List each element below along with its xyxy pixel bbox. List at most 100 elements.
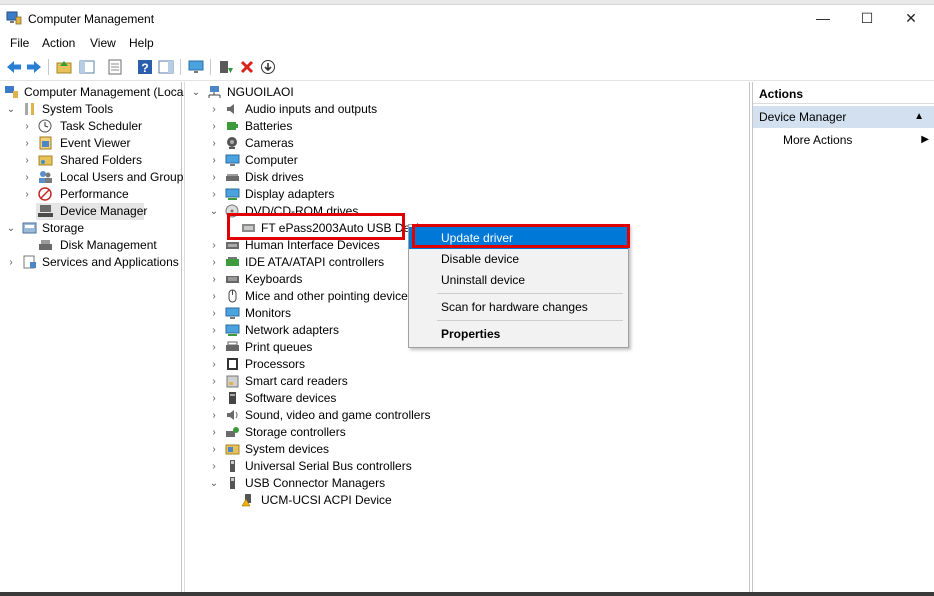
usb-device-icon — [242, 224, 255, 232]
chevron-right-icon[interactable]: › — [209, 343, 219, 353]
device-category-label: System devices — [245, 442, 330, 456]
show-hide-tree-icon[interactable] — [78, 58, 96, 76]
properties-menu-item[interactable]: Properties — [409, 323, 628, 345]
chevron-right-icon[interactable]: › — [209, 275, 219, 285]
chevron-right-icon[interactable]: › — [209, 462, 219, 472]
chevron-right-icon[interactable]: › — [6, 258, 16, 268]
device-category-label: Software devices — [245, 391, 337, 405]
tree-task-scheduler-label: Task Scheduler — [60, 119, 143, 133]
menu-file[interactable]: File — [10, 36, 29, 50]
chevron-right-icon[interactable]: › — [209, 394, 219, 404]
chevron-right-icon[interactable]: › — [209, 241, 219, 251]
device-category-label: Audio inputs and outputs — [245, 102, 378, 116]
chevron-right-icon[interactable]: › — [22, 156, 32, 166]
scan-hardware-menu-item[interactable]: Scan for hardware changes — [409, 296, 628, 318]
device-category-label: Sound, video and game controllers — [245, 408, 431, 422]
chevron-right-icon[interactable]: › — [209, 139, 219, 149]
more-actions-label: More Actions — [783, 133, 853, 147]
chevron-right-icon[interactable]: › — [209, 173, 219, 183]
actions-device-manager[interactable]: Device Manager ▲ — [753, 106, 934, 128]
menu-bar: File Action View Help — [0, 33, 934, 53]
chevron-right-icon[interactable]: › — [209, 360, 219, 370]
disk-management-icon — [39, 240, 52, 250]
usb-controller-icon — [230, 460, 235, 472]
tree-disk-management-label: Disk Management — [60, 238, 157, 252]
export-list-icon[interactable] — [106, 58, 124, 76]
actions-pane: Actions Device Manager ▲ More Actions ▶ — [752, 82, 934, 592]
device-category-label: Network adapters — [245, 323, 340, 337]
tree-device-manager[interactable]: Device Manager — [36, 203, 148, 220]
monitor-icon[interactable] — [187, 58, 205, 76]
more-actions[interactable]: More Actions ▶ — [783, 132, 929, 148]
chevron-down-icon[interactable]: ⌄ — [6, 105, 16, 115]
collapse-up-icon[interactable]: ▲ — [914, 106, 924, 128]
dvd-drive-icon — [225, 204, 239, 218]
storage-controller-icon — [226, 427, 239, 437]
chevron-right-icon[interactable]: › — [209, 105, 219, 115]
actions-header: Actions — [753, 85, 934, 104]
forward-arrow-icon[interactable] — [25, 58, 43, 76]
maximize-button[interactable]: ☐ — [844, 5, 890, 32]
chevron-right-icon[interactable]: › — [209, 377, 219, 387]
menu-action[interactable]: Action — [42, 36, 75, 50]
disk-drive-icon — [226, 174, 239, 181]
chevron-right-icon[interactable]: › — [209, 326, 219, 336]
chevron-down-icon[interactable]: ⌄ — [209, 479, 219, 489]
chevron-right-icon[interactable]: › — [22, 173, 32, 183]
device-category-label: Monitors — [245, 306, 292, 320]
chevron-right-icon[interactable]: › — [209, 411, 219, 421]
update-driver-menu-item[interactable]: Update driver — [409, 227, 628, 249]
toolbar-separator — [48, 59, 49, 75]
uninstall-x-icon[interactable] — [238, 58, 256, 76]
menu-view[interactable]: View — [90, 36, 116, 50]
chevron-right-icon[interactable]: › — [209, 428, 219, 438]
chevron-down-icon[interactable]: ⌄ — [191, 88, 201, 98]
menu-separator — [437, 320, 623, 321]
close-window-button[interactable]: ✕ — [888, 5, 934, 32]
keyboard-icon — [226, 276, 239, 283]
download-circle-icon[interactable] — [259, 58, 277, 76]
tree-performance-label: Performance — [60, 187, 129, 201]
chevron-right-icon[interactable]: › — [209, 190, 219, 200]
chevron-down-icon[interactable]: ⌄ — [209, 207, 219, 217]
update-driver-icon[interactable] — [217, 58, 235, 76]
usb-connector-icon — [230, 477, 235, 489]
device-manager-icon — [38, 205, 53, 217]
uninstall-device-menu-item[interactable]: Uninstall device — [409, 269, 628, 291]
device-category-label: Storage controllers — [245, 425, 346, 439]
properties-view-icon[interactable] — [157, 58, 175, 76]
device-category-label: Keyboards — [245, 272, 303, 286]
up-folder-icon[interactable] — [55, 58, 73, 76]
chevron-right-icon[interactable]: › — [209, 309, 219, 319]
chevron-right-icon[interactable]: › — [22, 139, 32, 149]
chevron-right-icon[interactable]: › — [209, 445, 219, 455]
computer-network-icon — [208, 86, 221, 98]
chevron-down-icon[interactable]: ⌄ — [6, 224, 16, 234]
help-icon[interactable]: ? — [136, 58, 154, 76]
device-category-label: Processors — [245, 357, 306, 371]
chevron-right-icon[interactable]: › — [209, 258, 219, 268]
tree-device-manager-label: Device Manager — [60, 204, 148, 218]
disable-device-menu-item[interactable]: Disable device — [409, 248, 628, 270]
minimize-button[interactable]: — — [800, 5, 846, 32]
storage-icon — [22, 222, 37, 234]
chevron-right-icon[interactable]: › — [22, 122, 32, 132]
chevron-right-icon[interactable]: › — [209, 292, 219, 302]
smart-card-icon — [226, 375, 239, 388]
chevron-right-icon[interactable]: › — [209, 122, 219, 132]
menu-help[interactable]: Help — [129, 36, 154, 50]
back-arrow-icon[interactable] — [5, 58, 23, 76]
computer-icon — [225, 154, 240, 166]
chevron-right-icon[interactable]: › — [22, 190, 32, 200]
tree-event-viewer-label: Event Viewer — [60, 136, 131, 150]
services-icon — [23, 255, 36, 269]
tree-storage-label: Storage — [42, 221, 85, 235]
network-adapter-icon — [225, 324, 240, 336]
device-root-label: NGUOILAOI — [227, 85, 294, 99]
device-category-label: Batteries — [245, 119, 293, 133]
keyboard-hid-icon — [226, 242, 239, 249]
device-category-label: Smart card readers — [245, 374, 348, 388]
display-adapter-icon — [225, 188, 240, 200]
toolbar: ? — [0, 54, 934, 81]
chevron-right-icon[interactable]: › — [209, 156, 219, 166]
